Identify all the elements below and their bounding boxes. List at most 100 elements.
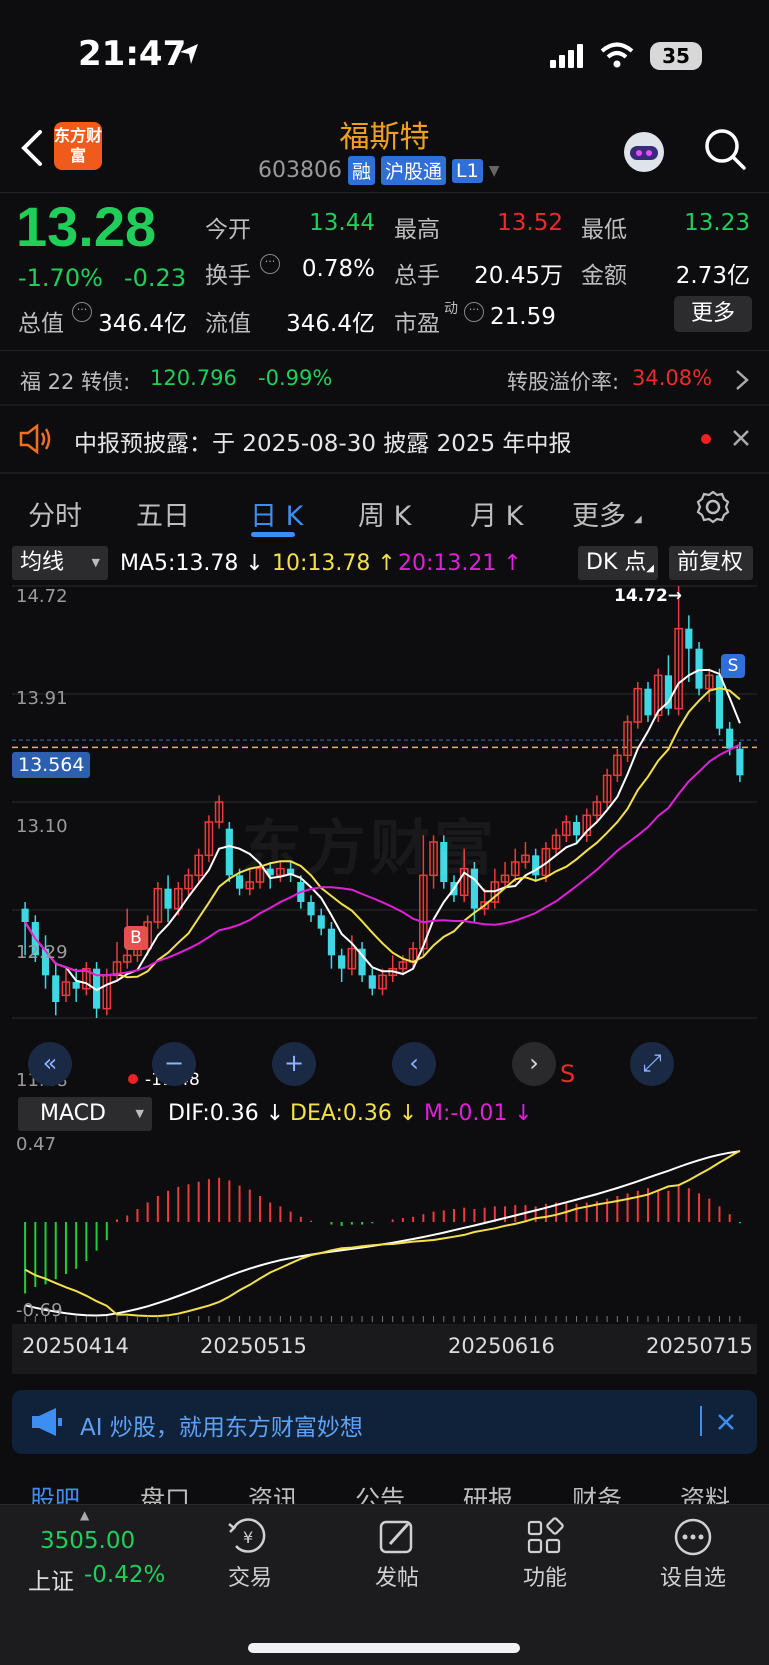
nav-trade[interactable]: ¥ 交易 bbox=[205, 1516, 295, 1592]
candle-body bbox=[736, 748, 744, 776]
tab-pankou[interactable]: 盘口 bbox=[140, 1480, 190, 1504]
zoom-in-button[interactable]: + bbox=[272, 1042, 316, 1086]
macd-indicator-select[interactable]: MACD ▼ bbox=[18, 1097, 152, 1131]
info-dots-icon[interactable]: ··· bbox=[464, 302, 484, 322]
tab-monthly-k[interactable]: 月 K bbox=[470, 494, 523, 533]
macd-bg bbox=[12, 1134, 757, 1322]
nav-post-label: 发帖 bbox=[374, 1566, 419, 1591]
active-tab-indicator bbox=[251, 532, 295, 537]
y-tick: 14.72 bbox=[16, 586, 68, 607]
rewind-button[interactable]: « bbox=[28, 1042, 72, 1086]
candle-body bbox=[572, 822, 581, 836]
tab-announcements[interactable]: 公告 bbox=[355, 1480, 405, 1504]
cellular-signal-icon bbox=[550, 44, 583, 68]
index-value[interactable]: 3505.00 bbox=[40, 1528, 135, 1554]
candle-body bbox=[338, 955, 346, 969]
candle-body bbox=[327, 928, 336, 956]
more-fields-button[interactable]: 更多 bbox=[674, 296, 752, 332]
bond-change: -0.99% bbox=[258, 366, 333, 390]
tag-level: L1 bbox=[452, 158, 483, 183]
close-icon[interactable] bbox=[731, 428, 751, 448]
y-tick: 13.91 bbox=[16, 688, 68, 709]
nav-add-watchlist[interactable]: 设自选 bbox=[648, 1516, 738, 1592]
label-amount: 金额 bbox=[581, 263, 627, 289]
y-tick: 13.10 bbox=[16, 816, 68, 837]
value-float-cap: 346.4亿 bbox=[286, 311, 375, 337]
zoom-out-button[interactable]: − bbox=[152, 1042, 196, 1086]
value-amount: 2.73亿 bbox=[675, 263, 750, 289]
banner-text[interactable]: AI 炒股，就用东方财富妙想 bbox=[80, 1408, 363, 1442]
scroll-right-button[interactable]: › bbox=[512, 1042, 556, 1086]
label-market-cap: 总值 bbox=[18, 311, 64, 337]
dropdown-caret-icon[interactable]: ▼ bbox=[489, 163, 500, 179]
value-low: 13.23 bbox=[684, 210, 750, 236]
last-price: 13.28 bbox=[16, 195, 157, 258]
dif-legend: DIF:0.36 ↓ bbox=[168, 1101, 285, 1126]
watermark: 东方财富 bbox=[242, 814, 498, 884]
ma-indicator-select[interactable]: 均线 ▼ bbox=[12, 546, 108, 580]
battery-indicator: 35 bbox=[650, 42, 702, 70]
label-high: 最高 bbox=[394, 217, 440, 243]
nav-post[interactable]: 发帖 bbox=[352, 1516, 442, 1592]
sell-signal-badge[interactable]: S bbox=[721, 654, 745, 678]
s-marker: S bbox=[560, 1060, 576, 1088]
home-indicator[interactable] bbox=[248, 1643, 520, 1653]
tab-research[interactable]: 研报 bbox=[463, 1480, 513, 1504]
tab-profile[interactable]: 资料 bbox=[680, 1480, 730, 1504]
search-icon[interactable] bbox=[702, 126, 748, 172]
pe-dynamic-sup: 动 bbox=[444, 301, 458, 317]
tab-weekly-k[interactable]: 周 K bbox=[358, 494, 411, 533]
tab-finance[interactable]: 财务 bbox=[572, 1480, 622, 1504]
label-open: 今开 bbox=[205, 217, 251, 243]
dk-point-button[interactable]: DK 点 ◢ bbox=[578, 546, 658, 580]
scroll-left-button[interactable]: ‹ bbox=[392, 1042, 436, 1086]
adjust-button[interactable]: 前复权 bbox=[669, 546, 753, 580]
nav-functions[interactable]: 功能 bbox=[500, 1516, 590, 1592]
index-name[interactable]: 上证 bbox=[28, 1562, 74, 1596]
divider bbox=[0, 472, 769, 474]
candle-body bbox=[644, 688, 652, 716]
tab-daily-k[interactable]: 日 K bbox=[250, 494, 303, 533]
tab-guba[interactable]: 股吧 bbox=[30, 1480, 80, 1504]
expand-button[interactable]: ⤢ bbox=[630, 1042, 674, 1086]
divider bbox=[0, 350, 769, 351]
robot-assistant-icon[interactable] bbox=[620, 128, 668, 176]
bond-name[interactable]: 福 22 转债: bbox=[20, 366, 130, 396]
ma20-legend: 20:13.21 ↑ bbox=[398, 551, 522, 576]
date-label: 20250715 bbox=[646, 1334, 753, 1358]
divider bbox=[0, 404, 769, 406]
tab-more[interactable]: 更多 bbox=[572, 494, 626, 533]
gear-icon[interactable] bbox=[696, 490, 730, 524]
value-high: 13.52 bbox=[497, 210, 563, 236]
close-icon[interactable] bbox=[716, 1412, 736, 1432]
divider bbox=[700, 1406, 702, 1436]
premium-value: 34.08% bbox=[632, 366, 713, 390]
buy-signal-badge[interactable]: B bbox=[124, 926, 148, 950]
candle-body bbox=[715, 675, 724, 729]
candle-body bbox=[72, 982, 80, 989]
value-volume: 20.45万 bbox=[474, 263, 563, 289]
bond-price: 120.796 bbox=[150, 366, 237, 390]
location-arrow-icon bbox=[180, 44, 198, 64]
tab-intraday[interactable]: 分时 bbox=[28, 494, 82, 533]
macd-chart[interactable] bbox=[12, 1134, 757, 1322]
yen-exchange-icon: ¥ bbox=[228, 1518, 266, 1553]
info-dots-icon[interactable]: ··· bbox=[260, 254, 280, 274]
cursor-price-label: 13.564 bbox=[12, 752, 91, 778]
premium-label: 转股溢价率: bbox=[507, 370, 620, 394]
notice-text[interactable]: 中报预披露：于 2025-08-30 披露 2025 年中报 bbox=[74, 424, 571, 458]
tab-news[interactable]: 资讯 bbox=[248, 1480, 298, 1504]
ma10-legend: 10:13.78 ↑ bbox=[272, 551, 396, 576]
more-dots-icon bbox=[674, 1518, 712, 1556]
status-time: 21:47 bbox=[78, 34, 187, 74]
chevron-right-icon[interactable] bbox=[734, 368, 750, 392]
candle-body bbox=[52, 975, 60, 1002]
candle-body bbox=[21, 908, 29, 922]
nav-add-watchlist-label: 设自选 bbox=[659, 1566, 726, 1591]
candle-body bbox=[225, 828, 233, 876]
info-dots-icon[interactable]: ··· bbox=[72, 302, 92, 322]
dropdown-caret-icon: ▼ bbox=[91, 556, 100, 569]
bottom-tab-strip: 股吧 盘口 资讯 公告 研报 财务 资料 bbox=[0, 1464, 769, 1504]
tag-margin: 融 bbox=[347, 156, 375, 185]
tab-five-day[interactable]: 五日 bbox=[136, 494, 190, 533]
